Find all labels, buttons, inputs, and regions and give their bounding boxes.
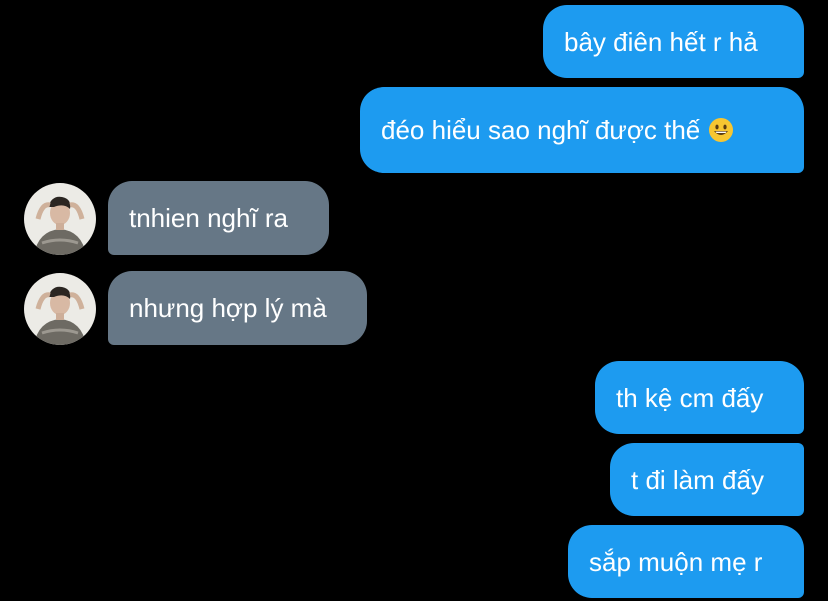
user-photo-icon [24, 273, 96, 345]
message-text: t đi làm đấy [631, 464, 764, 495]
message-text: bây điên hết r hả [564, 26, 758, 57]
grinning-face-icon [708, 117, 734, 143]
avatar[interactable] [24, 273, 96, 345]
message-bubble-outgoing[interactable]: t đi làm đấy [610, 443, 804, 516]
user-photo-icon [24, 183, 96, 255]
message-bubble-outgoing[interactable]: đéo hiểu sao nghĩ được thế [360, 87, 804, 173]
message-bubble-outgoing[interactable]: sắp muộn mẹ r [568, 525, 804, 598]
message-text: đéo hiểu sao nghĩ được thế [381, 115, 701, 145]
avatar[interactable] [24, 183, 96, 255]
message-bubble-outgoing[interactable]: bây điên hết r hả [543, 5, 804, 78]
message-text: sắp muộn mẹ r [589, 546, 763, 577]
message-bubble-outgoing[interactable]: th kệ cm đấy [595, 361, 804, 434]
message-bubble-incoming[interactable]: tnhien nghĩ ra [108, 181, 329, 255]
message-text: tnhien nghĩ ra [129, 203, 289, 233]
message-bubble-incoming[interactable]: nhưng hợp lý mà [108, 271, 367, 345]
message-text: nhưng hợp lý mà [129, 293, 327, 323]
message-text: th kệ cm đấy [616, 382, 764, 413]
